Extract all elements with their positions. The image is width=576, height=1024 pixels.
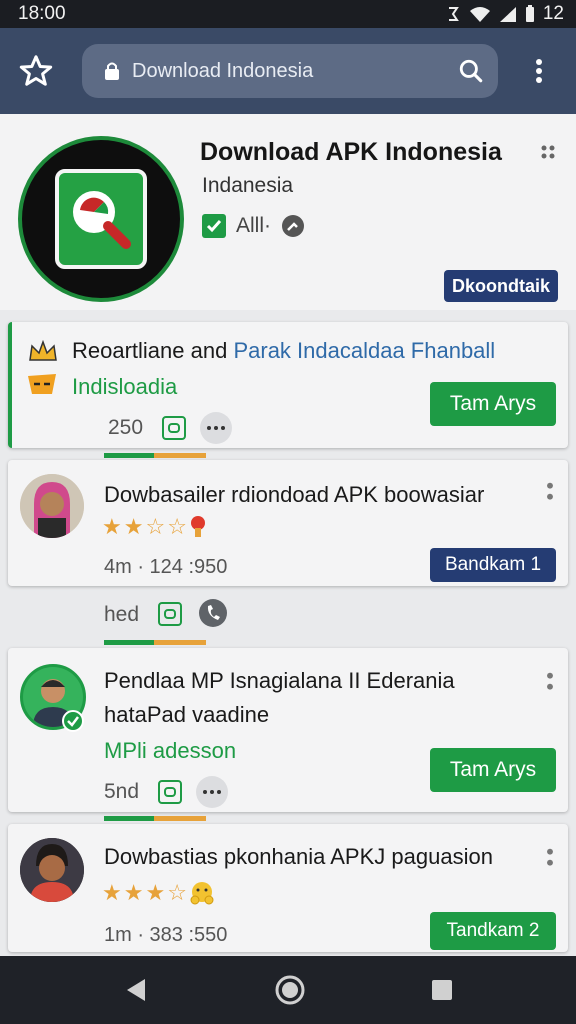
star-filled-icon: ★: [102, 514, 122, 539]
app-meta-text: Alll·: [236, 214, 271, 237]
featured-title-b: Parak Indacaldaa Fhanball: [233, 338, 496, 363]
avatar-3: [20, 838, 84, 902]
search-icon[interactable]: [458, 58, 484, 84]
star-empty-icon: ☆: [167, 514, 187, 539]
favorite-button[interactable]: [14, 49, 58, 93]
item-1-progress-bar: [104, 640, 154, 645]
app-meta: Alll·: [202, 214, 305, 238]
item-1-action-button[interactable]: Bandkam 1: [430, 548, 556, 582]
status-bar: 18:00 12: [0, 0, 576, 28]
avatar-1: [20, 474, 84, 538]
back-icon[interactable]: [121, 975, 151, 1005]
item-1-more-icon[interactable]: [544, 482, 556, 504]
item-1-title: Dowbasailer rdiondoad APK boowasiar: [104, 482, 485, 507]
app-square-icon[interactable]: [158, 780, 182, 804]
app-square-icon[interactable]: [162, 416, 186, 440]
list-item-3[interactable]: Dowbastias pkonhania APKJ paguasion ★ ★ …: [8, 824, 568, 952]
more-options-button[interactable]: [200, 412, 232, 444]
featured-title: Reoartliane and Parak Indacaldaa Fhanbal…: [72, 338, 495, 364]
verified-check-icon: [202, 214, 226, 238]
verified-badge-icon: [62, 710, 84, 732]
item-1-meta: 4m · 124 :950: [104, 556, 228, 578]
item-2-progress-bar-rest: [154, 816, 206, 821]
featured-count: 250: [108, 416, 144, 439]
featured-title-a: Reoartliane and: [72, 338, 234, 363]
logo-square: [55, 169, 147, 269]
lock-icon: [105, 62, 119, 80]
crown-icon: [29, 340, 57, 361]
system-nav-bar: [0, 956, 576, 1024]
badge-icon: [190, 516, 205, 537]
wifi-icon: [469, 7, 490, 22]
item-2-subtitle: MPli adesson: [104, 738, 237, 763]
item-2-more-icon[interactable]: [544, 672, 556, 694]
more-options-button[interactable]: [196, 776, 228, 808]
star-outline-icon: [19, 55, 53, 86]
item-3-meta: 1m · 383 :550: [104, 924, 228, 946]
status-icons: 12: [445, 3, 564, 25]
list-item-2[interactable]: Pendlaa MP Isnagialana II Ederania hataP…: [8, 648, 568, 812]
signal-icon: [499, 7, 516, 22]
item-3-action-button[interactable]: Tandkam 2: [430, 912, 556, 950]
settings-circle-icon[interactable]: [281, 214, 305, 238]
list-item-1[interactable]: Dowbasailer rdiondoad APK boowasiar ★ ★ …: [8, 460, 568, 586]
featured-card[interactable]: Reoartliane and Parak Indacaldaa Fhanbal…: [8, 322, 568, 448]
status-time: 18:00: [18, 3, 66, 24]
item-2-progress-bar: [104, 816, 154, 821]
overflow-menu-button[interactable]: [524, 54, 554, 88]
featured-action-button[interactable]: Tam Arys: [430, 382, 556, 426]
item-2-title-line2: hataPad vaadine: [104, 702, 270, 727]
featured-progress-bar-rest: [154, 453, 206, 458]
app-title: Download APK Indonesia: [200, 138, 502, 166]
item-1-progress-bar-rest: [154, 640, 206, 645]
app-logo: [18, 136, 184, 302]
grid-dots-icon[interactable]: [540, 144, 556, 160]
recents-icon[interactable]: [429, 977, 455, 1003]
item-2-title: Pendlaa MP Isnagialana II Ederania: [104, 668, 455, 693]
star-filled-icon: ★: [102, 880, 122, 905]
battery-icon: [525, 5, 534, 22]
search-bar[interactable]: Download Indonesia: [82, 44, 498, 98]
more-vert-icon: [536, 59, 542, 83]
hug-emoji-icon: [190, 882, 214, 905]
star-empty-icon: ☆: [167, 880, 187, 905]
item-2-action-button[interactable]: Tam Arys: [430, 748, 556, 792]
magnifier-logo-icon: [73, 191, 131, 249]
item-3-rating: ★ ★ ★ ☆: [102, 880, 215, 906]
emoji-face-icon: [28, 374, 56, 394]
star-filled-icon: ★: [123, 514, 144, 539]
item-3-more-icon[interactable]: [544, 848, 556, 870]
item-3-title: Dowbastias pkonhania APKJ paguasion: [104, 844, 493, 869]
app-square-icon[interactable]: [158, 602, 182, 626]
app-subtitle: Indanesia: [202, 174, 294, 197]
item-2-count: 5nd: [104, 780, 140, 803]
item-1-rating: ★ ★ ☆ ☆: [102, 514, 207, 540]
app-header-card: Download APK Indonesia Indanesia Alll· D…: [0, 114, 576, 310]
featured-subtitle: Indisloadia: [72, 374, 178, 399]
battery-level: 12: [542, 3, 564, 24]
download-button[interactable]: Dkoondtaik: [443, 270, 558, 302]
phone-circle-icon[interactable]: [198, 598, 228, 628]
search-input[interactable]: Download Indonesia: [132, 60, 458, 83]
home-icon[interactable]: [273, 973, 307, 1007]
star-filled-icon: ★: [123, 880, 144, 905]
data-saver-icon: [448, 7, 459, 21]
star-empty-icon: ☆: [145, 514, 166, 539]
star-filled-icon: ★: [145, 880, 166, 905]
top-app-bar: Download Indonesia: [0, 28, 576, 114]
between-label: hed: [104, 603, 140, 626]
featured-progress-bar: [104, 453, 154, 458]
